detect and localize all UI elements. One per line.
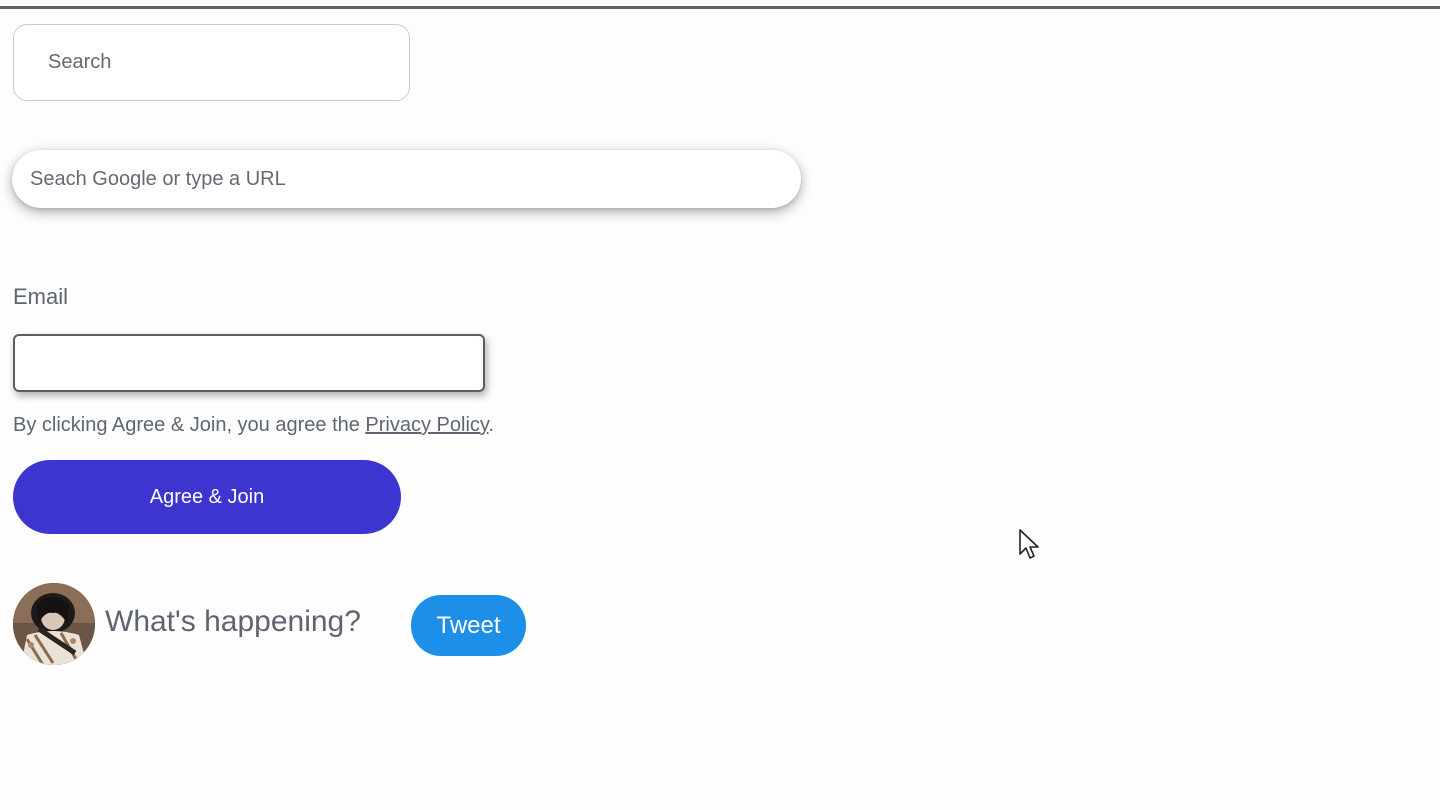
agreement-text: By clicking Agree & Join, you agree the …: [13, 414, 494, 437]
google-search-input[interactable]: [12, 150, 801, 208]
email-label: Email: [13, 284, 69, 309]
privacy-policy-link[interactable]: Privacy Policy: [365, 414, 488, 436]
top-divider: [0, 6, 1440, 9]
avatar-image: [13, 583, 95, 665]
avatar[interactable]: [13, 583, 95, 665]
search-input[interactable]: [13, 24, 410, 101]
tweet-button[interactable]: Tweet: [411, 595, 526, 656]
mouse-pointer-icon: [1018, 528, 1042, 562]
agree-join-button[interactable]: Agree & Join: [13, 460, 401, 534]
agreement-suffix: .: [488, 414, 494, 436]
compose-prompt[interactable]: What's happening?: [105, 605, 361, 639]
page: Email By clicking Agree & Join, you agre…: [0, 0, 1440, 810]
agreement-prefix: By clicking Agree & Join, you agree the: [13, 414, 366, 436]
email-field[interactable]: [13, 334, 485, 392]
